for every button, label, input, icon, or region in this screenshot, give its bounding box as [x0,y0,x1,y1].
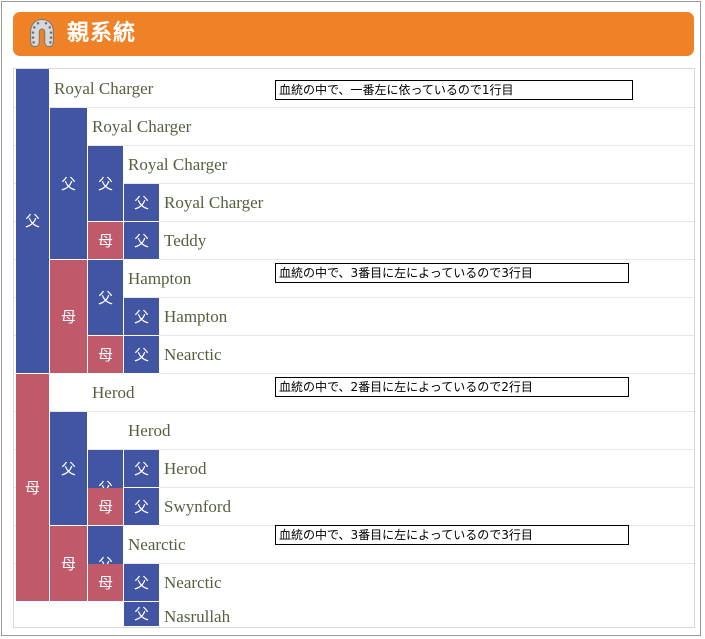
horse-name[interactable]: Nearctic [128,535,186,555]
pedigree-cell-gen3-dam-c[interactable]: 母 [88,488,124,526]
gender-symbol: 母 [24,478,40,497]
page-frame: 親系統 父 母 父 母 父 母 父 母 父 母 母 母 父 父 父 父 父 父 … [1,1,701,636]
pedigree-cell-gen4-sire-f[interactable]: 父 [124,488,160,526]
annotation-note-row13: 血統の中で、3番目に左によっているので3行目 [275,525,629,545]
annotation-note-row9: 血統の中で、2番目に左によっているので2行目 [275,377,629,397]
gender-symbol: 母 [60,307,76,326]
pedigree-cell-gen2-sire-a[interactable]: 父 [50,108,88,260]
gender-symbol: 父 [133,497,149,516]
gender-symbol: 母 [60,554,76,573]
horse-name[interactable]: Royal Charger [128,155,227,175]
horse-name[interactable]: Nasrullah [164,607,230,627]
pedigree-cell-gen2-dam-a[interactable]: 母 [50,260,88,374]
pedigree-table: 父 母 父 母 父 母 父 母 父 母 母 母 父 父 父 父 父 父 父 父 … [13,68,695,628]
horse-name[interactable]: Nearctic [164,573,222,593]
pedigree-cell-gen2-dam-b[interactable]: 母 [50,526,88,602]
annotation-note-row1: 血統の中で、一番左に依っているので1行目 [275,80,633,100]
pedigree-cell-gen3-sire-b[interactable]: 父 [88,260,124,336]
gender-symbol: 母 [97,345,113,364]
gender-symbol: 父 [133,307,149,326]
gender-symbol: 父 [60,174,76,193]
pedigree-cell-gen3-sire-a[interactable]: 父 [88,146,124,222]
gender-symbol: 父 [133,193,149,212]
gender-symbol: 父 [133,605,149,623]
gender-symbol: 母 [97,497,113,516]
gender-symbol: 父 [133,345,149,364]
table-row [14,412,694,450]
gender-symbol: 父 [133,573,149,592]
pedigree-cell-gen4-sire-h[interactable]: 父 [124,602,160,627]
pedigree-cell-gen2-sire-b[interactable]: 父 [50,412,88,526]
horse-name[interactable]: Nearctic [164,345,222,365]
page-title: 親系統 [67,21,137,46]
horse-name[interactable]: Royal Charger [92,117,191,137]
pedigree-cell-gen3-dam-b[interactable]: 母 [88,336,124,374]
pedigree-cell-gen4-sire-g[interactable]: 父 [124,564,160,602]
gender-symbol: 母 [97,231,113,250]
gender-symbol: 父 [24,212,40,230]
pedigree-cell-gen4-sire-a[interactable]: 父 [124,184,160,222]
pedigree-cell-gen4-sire-d[interactable]: 父 [124,336,160,374]
horse-name[interactable]: Royal Charger [54,79,153,99]
pedigree-cell-gen4-sire-b[interactable]: 父 [124,222,160,260]
horse-name[interactable]: Herod [128,421,170,441]
gender-symbol: 父 [133,231,149,250]
horse-name[interactable]: Teddy [164,231,206,251]
horse-name[interactable]: Hampton [164,307,227,327]
gender-symbol: 父 [133,459,149,478]
annotation-note-row6: 血統の中で、3番目に左によっているので3行目 [275,263,629,283]
gender-symbol: 父 [97,174,113,193]
horse-name[interactable]: Royal Charger [164,193,263,213]
pedigree-cell-gen1-sire[interactable]: 父 [16,69,50,374]
horse-name[interactable]: Herod [92,383,134,403]
page-header: 親系統 [13,12,694,56]
horse-name[interactable]: Herod [164,459,206,479]
horseshoe-icon [25,17,59,51]
pedigree-cell-gen4-sire-c[interactable]: 父 [124,298,160,336]
pedigree-cell-gen3-dam-d[interactable]: 母 [88,564,124,602]
pedigree-cell-gen3-dam-a[interactable]: 母 [88,222,124,260]
pedigree-cell-gen4-sire-e[interactable]: 父 [124,450,160,488]
gender-symbol: 父 [60,459,76,478]
gender-symbol: 父 [97,288,113,307]
horse-name[interactable]: Swynford [164,497,231,517]
horse-name[interactable]: Hampton [128,269,191,289]
pedigree-cell-gen1-dam[interactable]: 母 [16,374,50,602]
gender-symbol: 母 [97,573,113,592]
